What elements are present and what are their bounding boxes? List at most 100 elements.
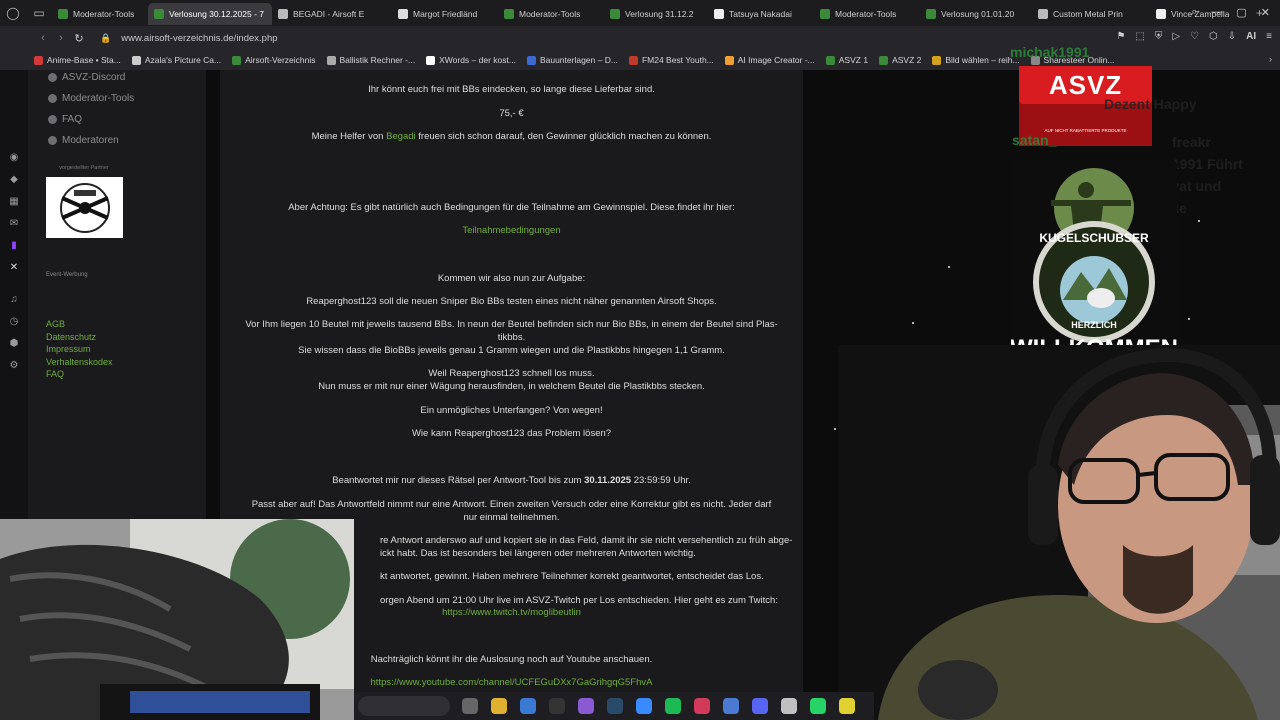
bookmark-icon[interactable]: ⚑ [1116,31,1125,42]
tab-1[interactable]: Verlosung 30.12.2025 - 7 [148,3,272,25]
helpers-pre: Meine Helfer von [311,131,387,142]
article-text: Ihr könnt euch frei mit BBs eindecken, s… [368,84,655,95]
site-nav-item[interactable]: Moderator-Tools [28,88,206,109]
opera-gx-icon[interactable] [694,698,710,714]
footer-link[interactable]: FAQ [46,368,113,381]
task-text: Reaperghost123 soll die neuen Sniper Bio… [306,296,717,307]
footer-link[interactable]: Datenschutz [46,331,113,344]
epic-icon[interactable] [549,698,565,714]
footer-link[interactable]: Verhaltenskodex [46,356,113,369]
tab-0[interactable]: Moderator-Tools [52,3,148,25]
snapshot-icon[interactable]: ⬚ [1135,31,1144,42]
bookmark-favicon-icon [232,55,242,65]
files-icon[interactable] [462,698,478,714]
twitch-icon[interactable]: ▮ [0,234,28,256]
welcome-top-text: KUGELSCHUBSER [1039,231,1149,245]
conditions-link[interactable]: Teilnahmebedingungen [220,224,803,237]
task-text: Ein unmögliches Unterfangen? Von wegen! [420,405,603,416]
opera-menu-icon[interactable]: ◯ [0,0,26,26]
url-field[interactable]: 🔒 www.airsoft-verzeichnis.de/index.php [100,33,278,44]
app-icon[interactable] [578,698,594,714]
download-icon[interactable]: ⇩ [1228,31,1236,42]
aria-icon[interactable]: ◆ [0,168,28,190]
lemon-icon[interactable] [839,698,855,714]
partner-logo[interactable] [46,177,123,238]
tab-label: Moderator-Tools [73,9,135,19]
tab-8[interactable]: Verlosung 01.01.20 [920,3,1032,25]
tab-overview-icon[interactable]: ▭ [26,0,52,26]
music-icon[interactable]: ♫ [0,288,28,310]
tab-4[interactable]: Moderator-Tools [498,3,604,25]
deadline-date: 30.11.2025 [584,475,632,486]
bookmark-item[interactable]: Azala's Picture Ca... [131,55,221,65]
helpers-post: freuen sich schon darauf, den Gewinner g… [415,131,712,142]
bookmark-item[interactable]: AI Image Creator -... [724,55,815,65]
site-nav-item[interactable]: Moderatoren [28,130,206,151]
task-text: tikbbs. [497,332,526,343]
tab-favicon-icon [154,9,164,19]
ai-label[interactable]: AI [1246,31,1256,42]
bookmark-label: ASVZ 1 [838,55,869,65]
tab-9[interactable]: Custom Metal Prin [1032,3,1150,25]
tab-7[interactable]: Moderator-Tools [814,3,920,25]
tab-2[interactable]: BEGADI - Airsoft E [272,3,392,25]
steam-icon[interactable] [607,698,623,714]
chat-message: freakr [1172,134,1211,150]
blue-app-icon[interactable] [723,698,739,714]
bookmark-item[interactable]: Airsoft-Verzeichnis [232,55,316,65]
player-icon[interactable]: ▷ [1172,31,1180,42]
messenger-icon[interactable] [636,698,652,714]
tab-5[interactable]: Verlosung 31.12.2 [604,3,708,25]
footer-link[interactable]: AGB [46,318,113,331]
whatsapp-icon[interactable] [810,698,826,714]
webcam-cat-feed [0,519,354,720]
back-icon[interactable]: ‹ [34,32,52,44]
messenger-icon[interactable]: ✉ [0,212,28,234]
minimize-icon[interactable]: — [1211,6,1222,19]
tab-favicon-icon [1156,9,1166,19]
tab-3[interactable]: Margot Friedländ [392,3,498,25]
tab-label: BEGADI - Airsoft E [293,9,365,19]
maximize-icon[interactable]: ▢ [1236,6,1246,19]
site-nav-item[interactable]: ASVZ-Discord [28,70,206,88]
store-icon[interactable] [520,698,536,714]
begadi-link[interactable]: Begadi [386,131,416,142]
cube-icon[interactable]: ⬢ [0,332,28,354]
history-icon[interactable]: ◷ [0,310,28,332]
windows-taskbar [354,692,874,720]
close-icon[interactable]: ✕ [1261,6,1270,19]
note-text: re Antwort anderswo auf und kopiert sie … [380,535,793,546]
speed-dial-icon[interactable]: ◉ [0,146,28,168]
conditions-text: Aber Achtung: Es gibt natürlich auch Bed… [288,202,735,213]
bookmark-item[interactable]: Ballistik Rechner -... [326,55,415,65]
menu-icon[interactable]: ≡ [1266,31,1272,42]
settings-icon[interactable]: ⚙ [0,354,28,376]
taskbar-search[interactable] [358,696,450,716]
bookmark-item[interactable]: FM24 Best Youth... [628,55,714,65]
bookmark-item[interactable]: Anime-Base • Sta... [34,55,121,65]
tab-6[interactable]: Tatsuya Nakadai [708,3,814,25]
bookmark-item[interactable]: Bauunterlagen – D... [526,55,618,65]
bookmark-item[interactable]: ASVZ 2 [879,55,921,65]
shield-icon[interactable]: ⛨ [1155,31,1163,42]
search-tabs-icon[interactable]: ⌕ [1191,6,1197,19]
forward-icon[interactable]: › [52,32,70,44]
extensions-icon[interactable]: ⬡ [1209,31,1218,42]
workspace-icon[interactable]: ▦ [0,190,28,212]
site-nav-item[interactable]: FAQ [28,109,206,130]
bookmark-item[interactable]: ASVZ 1 [825,55,869,65]
lock-icon: 🔒 [100,32,112,43]
sword-icon[interactable] [781,698,797,714]
bookmark-item[interactable]: XWords – der kost... [426,55,516,65]
partner-label: vorgestellter Partner [59,165,109,171]
heart-icon[interactable]: ♡ [1190,31,1199,42]
folder-icon[interactable] [491,698,507,714]
x-icon[interactable]: ✕ [0,256,28,278]
bookmark-label: Anime-Base • Sta... [47,55,121,65]
bookmark-label: XWords – der kost... [439,55,516,65]
spotify-icon[interactable] [665,698,681,714]
site-nav-label: ASVZ-Discord [62,72,126,83]
discord-icon[interactable] [752,698,768,714]
reload-icon[interactable]: ↻ [70,32,88,45]
footer-link[interactable]: Impressum [46,343,113,356]
